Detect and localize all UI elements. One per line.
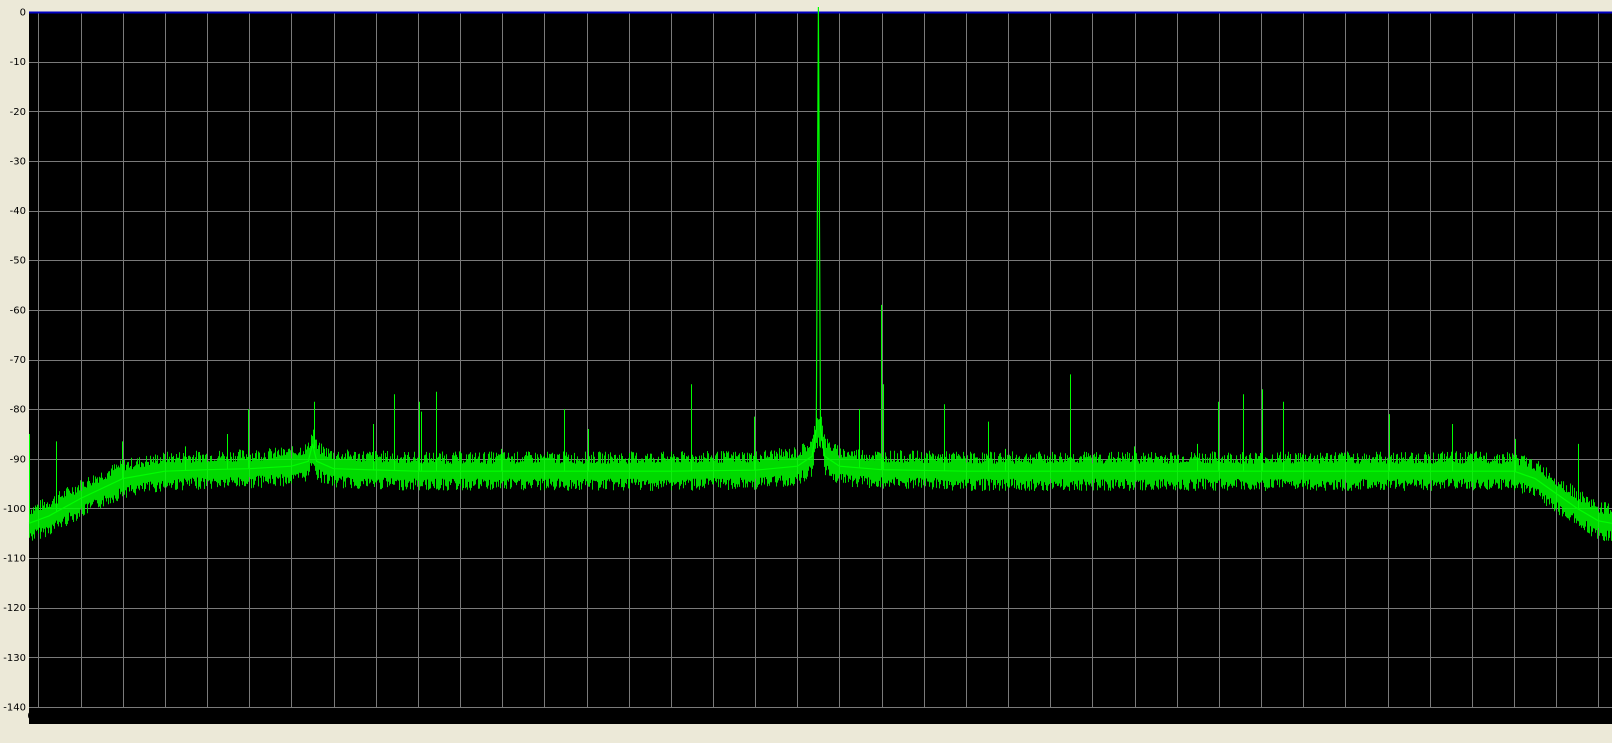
x-tick-label: 1.28 xyxy=(1419,711,1441,722)
x-tick-label: 0.72 xyxy=(238,711,260,722)
x-tick-label: 0.94 xyxy=(702,711,724,722)
x-tick-label: 0.92 xyxy=(660,711,682,722)
x-tick-label: 1.1 xyxy=(1042,711,1058,722)
x-tick-label: 1.34 xyxy=(1545,711,1567,722)
x-tick-label: 0.66 xyxy=(112,711,134,722)
x-tick-label: 1.08 xyxy=(997,711,1019,722)
x-tick-label: 1.22 xyxy=(1292,711,1314,722)
x-tick-label: 1.12 xyxy=(1081,711,1103,722)
x-tick-label: 0.7 xyxy=(199,711,215,722)
y-tick-label: -40 xyxy=(10,206,26,217)
spectrum-chart: 0 -10 -20 -30 -40 -50 -60 -70 -80 -90 -100 -110 -120… xyxy=(0,0,1612,743)
x-tick-label: 1.02 xyxy=(870,711,892,722)
x-tick-label: 1.2 xyxy=(1253,711,1269,722)
y-tick-label: -20 xyxy=(10,107,26,118)
x-tick-label: 0.74 xyxy=(280,711,302,722)
x-tick-label: 1.16 xyxy=(1166,711,1188,722)
y-tick-label: -70 xyxy=(10,355,26,366)
y-tick-label: -80 xyxy=(10,405,26,416)
y-tick-label: 0 xyxy=(20,8,26,19)
x-tick-label: 0.62 xyxy=(27,711,49,722)
x-tick-label: 0.96 xyxy=(744,711,766,722)
x-tick-label: 0.64 xyxy=(69,711,91,722)
x-tick-label: 0.8 xyxy=(410,711,426,722)
y-tick-label: -140 xyxy=(3,703,26,714)
y-tick-label: -10 xyxy=(10,57,26,68)
x-tick-label: 1.26 xyxy=(1376,711,1398,722)
x-tick-label: 0.86 xyxy=(533,711,555,722)
x-tick-label: 1.04 xyxy=(913,711,935,722)
y-tick-label: -60 xyxy=(10,305,26,316)
y-tick-label: -30 xyxy=(10,156,26,167)
x-tick-label: 1.14 xyxy=(1123,711,1145,722)
x-tick-label: 0.76 xyxy=(322,711,344,722)
y-tick-label: -100 xyxy=(3,504,26,515)
x-tick-label: 1.36 xyxy=(1587,711,1609,722)
x-tick-label: 0.88 xyxy=(575,711,597,722)
x-tick-label: 0.82 xyxy=(449,711,471,722)
x-tick-label: 1.18 xyxy=(1208,711,1230,722)
x-tick-label: 0.9 xyxy=(621,711,637,722)
y-tick-label: -130 xyxy=(3,653,26,664)
x-tick-label: 0.78 xyxy=(365,711,387,722)
y-tick-label: -50 xyxy=(10,256,26,267)
y-tick-label: -120 xyxy=(3,603,26,614)
y-tick-label: -110 xyxy=(3,554,26,565)
x-tick-label: 1 xyxy=(836,711,842,722)
x-tick-label: 0.98 xyxy=(786,711,808,722)
x-tick-label: 1.06 xyxy=(955,711,977,722)
y-tick-label: -90 xyxy=(10,454,26,465)
x-tick-label: 1.24 xyxy=(1334,711,1356,722)
x-tick-label: 1.3 xyxy=(1464,711,1480,722)
x-tick-label: 1.32 xyxy=(1503,711,1525,722)
x-tick-label: 0.68 xyxy=(154,711,176,722)
x-tick-label: 0.84 xyxy=(491,711,513,722)
